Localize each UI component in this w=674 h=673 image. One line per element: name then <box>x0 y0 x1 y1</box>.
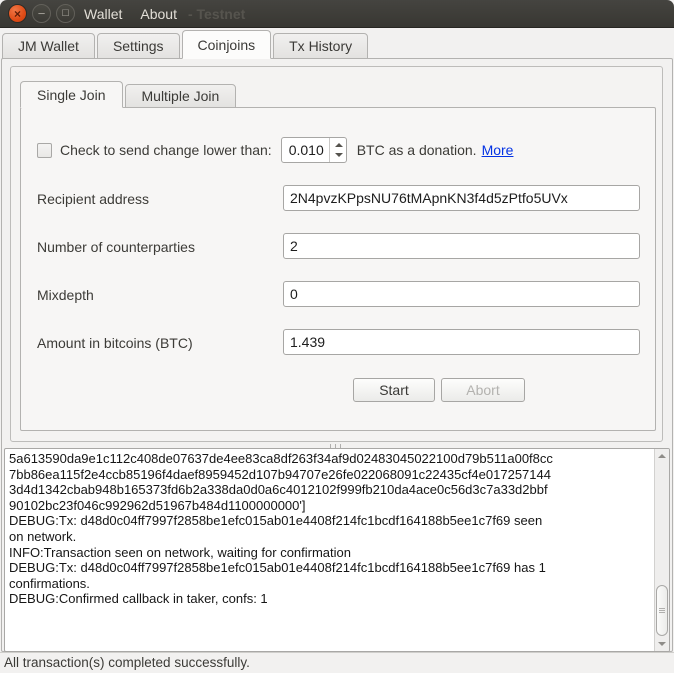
join-subtabbar: Single Join Multiple Join <box>20 81 238 108</box>
log-line: 5a613590da9e1c112c408de07637de4ee83ca8df… <box>9 451 651 467</box>
minimize-button[interactable]: − <box>32 4 51 23</box>
donation-row: Check to send change lower than: 0.010 B… <box>37 137 513 163</box>
spinner-down-icon[interactable] <box>335 153 343 157</box>
counterparties-label: Number of counterparties <box>37 239 195 255</box>
donation-amount-spinner[interactable]: 0.010 <box>281 137 347 163</box>
recipient-address-input[interactable] <box>283 185 640 211</box>
tab-tx-history[interactable]: Tx History <box>273 33 368 59</box>
log-line: confirmations. <box>9 576 651 592</box>
spinner-arrows <box>329 138 346 162</box>
menu-about[interactable]: About <box>131 0 186 28</box>
amount-label: Amount in bitcoins (BTC) <box>37 335 193 351</box>
tab-jm-wallet[interactable]: JM Wallet <box>2 33 95 59</box>
scroll-up-icon[interactable] <box>655 449 669 463</box>
donation-label: Check to send change lower than: <box>60 142 272 158</box>
log-line: DEBUG:Tx: d48d0c04ff7997f2858be1efc015ab… <box>9 513 651 529</box>
log-line: DEBUG:Tx: d48d0c04ff7997f2858be1efc015ab… <box>9 560 651 576</box>
donation-suffix: BTC as a donation. <box>357 142 477 158</box>
log-output[interactable]: 5a613590da9e1c112c408de07637de4ee83ca8df… <box>4 448 670 652</box>
tab-settings[interactable]: Settings <box>97 33 180 59</box>
log-line: 7bb86ea115f2e4ccb85196f4daef8959452d107b… <box>9 467 651 483</box>
thumb-grip-icon <box>659 608 665 613</box>
log-line: 3d4d1342cbab948b165373fd6b2a338da0d0a6c4… <box>9 482 651 498</box>
maximize-button[interactable]: ☐ <box>56 4 75 23</box>
mixdepth-label: Mixdepth <box>37 287 94 303</box>
titlebar: × − ☐ Wallet About - Testnet <box>0 0 674 28</box>
subtab-multiple-join[interactable]: Multiple Join <box>125 84 237 108</box>
tab-coinjoins[interactable]: Coinjoins <box>182 30 272 59</box>
maximize-icon: ☐ <box>61 9 69 18</box>
donation-checkbox[interactable] <box>37 143 52 158</box>
amount-input[interactable] <box>283 329 640 355</box>
subtab-single-join[interactable]: Single Join <box>20 81 123 108</box>
menubar: Wallet About - Testnet <box>75 0 245 28</box>
scrollbar-thumb[interactable] <box>656 585 668 636</box>
recipient-address-label: Recipient address <box>37 191 149 207</box>
log-line: 90102bc23f046c992962d51967b484d110000000… <box>9 498 651 514</box>
abort-button[interactable]: Abort <box>441 378 525 402</box>
more-link[interactable]: More <box>482 142 514 158</box>
counterparties-input[interactable] <box>283 233 640 259</box>
donation-amount-value: 0.010 <box>289 142 324 158</box>
log-scrollbar[interactable] <box>654 449 669 651</box>
log-line: DEBUG:Confirmed callback in taker, confs… <box>9 591 651 607</box>
status-bar: All transaction(s) completed successfull… <box>0 652 674 673</box>
start-button[interactable]: Start <box>353 378 435 402</box>
scroll-down-icon[interactable] <box>655 637 669 651</box>
minimize-icon: − <box>38 7 46 20</box>
spinner-up-icon[interactable] <box>335 143 343 147</box>
status-message: All transaction(s) completed successfull… <box>4 655 250 670</box>
mixdepth-input[interactable] <box>283 281 640 307</box>
app-window: × − ☐ Wallet About - Testnet JM Wallet S… <box>0 0 674 673</box>
menu-wallet[interactable]: Wallet <box>75 0 131 28</box>
main-tabbar: JM Wallet Settings Coinjoins Tx History <box>2 30 370 59</box>
log-line: INFO:Transaction seen on network, waitin… <box>9 545 651 561</box>
log-line: on network. <box>9 529 651 545</box>
window-title: - Testnet <box>188 6 245 22</box>
close-icon: × <box>14 8 21 20</box>
close-button[interactable]: × <box>8 4 27 23</box>
log-lines: 5a613590da9e1c112c408de07637de4ee83ca8df… <box>9 451 651 607</box>
